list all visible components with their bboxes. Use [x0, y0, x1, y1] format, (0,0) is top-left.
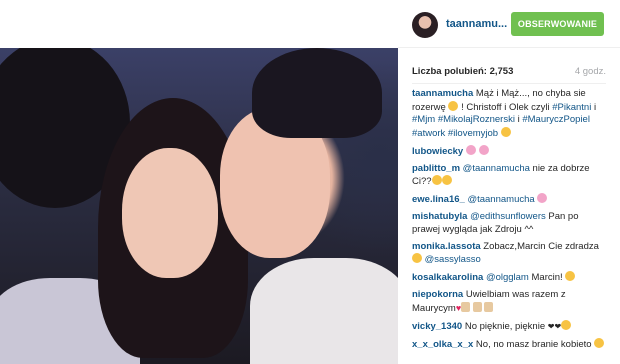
hashtag-link[interactable]: #Mjm	[412, 114, 435, 125]
photo-figure-right-shirt	[250, 258, 398, 364]
comment-username[interactable]: lubowiecky	[412, 146, 463, 157]
smiley-emoji-icon	[500, 126, 511, 137]
avatar[interactable]	[412, 12, 438, 38]
hashtag-link[interactable]: #ilovemyjob	[448, 128, 498, 139]
hashtag-link[interactable]: #MikolajRoznerski	[438, 114, 515, 125]
heart-emoji-icon: ❤❤	[547, 321, 562, 331]
smiley-emoji-icon	[441, 175, 452, 185]
post-time[interactable]: 4 godz.	[575, 66, 606, 77]
hand-emoji-icon	[472, 301, 482, 312]
comment-text: i	[591, 101, 597, 113]
comment-username[interactable]: taannamucha	[412, 88, 473, 99]
heart-emoji-icon	[537, 193, 548, 203]
comment-username[interactable]: vicky_1340	[412, 321, 462, 332]
comments-list: taannamucha Mąż i Mąż..., no chyba sie r…	[412, 88, 608, 364]
smiley-emoji-icon	[412, 253, 422, 263]
smiley-emoji-icon	[594, 337, 605, 348]
post-side-panel: taannamu... OBSERWOWANIE Liczba polubień…	[398, 0, 620, 364]
photo-figure-right-hair	[252, 48, 382, 138]
author-username[interactable]: taannamu...	[446, 18, 507, 30]
comment-item: taannamucha Mąż i Mąż..., no chyba sie r…	[412, 88, 608, 140]
comment-username[interactable]: kosalkakarolina	[412, 272, 483, 283]
divider	[412, 83, 606, 84]
comment-item: kosalkakarolina @olgglam Marcin!	[412, 271, 608, 285]
comment-text: Marcin!	[528, 272, 563, 283]
smiley-emoji-icon	[465, 144, 476, 155]
mention-link[interactable]: @taannamucha	[463, 163, 530, 174]
comment-item: lubowiecky	[412, 144, 608, 159]
hashtag-link[interactable]: #atwork	[412, 128, 445, 139]
comment-item: vicky_1340 No pięknie, pięknie ❤❤	[412, 319, 608, 334]
comment-text: No, no masz branie kobieto	[473, 338, 592, 350]
smiley-emoji-icon	[565, 271, 576, 281]
photo-figure-center-face	[122, 148, 218, 278]
comment-item: x_x_olka_x_x No, no masz branie kobieto	[412, 337, 608, 352]
smiley-emoji-icon	[448, 100, 459, 111]
hand-emoji-icon	[461, 301, 471, 312]
comment-item: pablitto_m @taannamucha nie za dobrze Ci…	[412, 163, 608, 189]
comment-item: monika.lassota Zobacz,Marcin Cie zdradza…	[412, 241, 608, 267]
mention-link[interactable]: @taannamucha	[467, 194, 534, 205]
smiley-emoji-icon	[478, 144, 489, 155]
mention-link[interactable]: @olgglam	[486, 272, 529, 283]
comment-username[interactable]: x_x_olka_x_x	[412, 339, 473, 350]
comment-username[interactable]: monika.lassota	[412, 241, 481, 252]
mention-link[interactable]: @edithsunflowers	[470, 211, 546, 222]
follow-button[interactable]: OBSERWOWANIE	[511, 12, 604, 36]
comment-username[interactable]: mishatubyla	[412, 211, 467, 222]
post-header: taannamu... OBSERWOWANIE	[398, 0, 620, 48]
hand-emoji-icon	[484, 301, 494, 312]
comment-text: Zobacz,Marcin Cie zdradza	[480, 240, 599, 252]
comment-item: ewe.lina16_ @taannamucha	[412, 193, 608, 207]
comment-text: No pięknie, pięknie	[462, 320, 546, 332]
likes-count[interactable]: Liczba polubień: 2,753	[412, 66, 513, 77]
comment-username[interactable]: niepokorna	[412, 289, 463, 300]
hashtag-link[interactable]: #MauryczPopiel	[522, 114, 590, 125]
comment-text: ! Christoff i Olek czyli	[458, 101, 553, 113]
smiley-emoji-icon	[431, 175, 442, 185]
post-photo[interactable]	[0, 48, 398, 364]
comment-username[interactable]: pablitto_m	[412, 163, 460, 174]
smiley-emoji-icon	[561, 319, 572, 330]
comment-item: niepokorna Uwielbiam was razem z Maurycy…	[412, 289, 608, 315]
hashtag-link[interactable]: #Pikantni	[552, 102, 591, 113]
comment-item: mishatubyla @edithsunflowers Pan po praw…	[412, 211, 608, 236]
mention-link[interactable]: @sassylasso	[425, 254, 481, 265]
likes-row: Liczba polubień: 2,753 4 godz.	[398, 62, 620, 82]
comment-username[interactable]: ewe.lina16_	[412, 194, 465, 205]
